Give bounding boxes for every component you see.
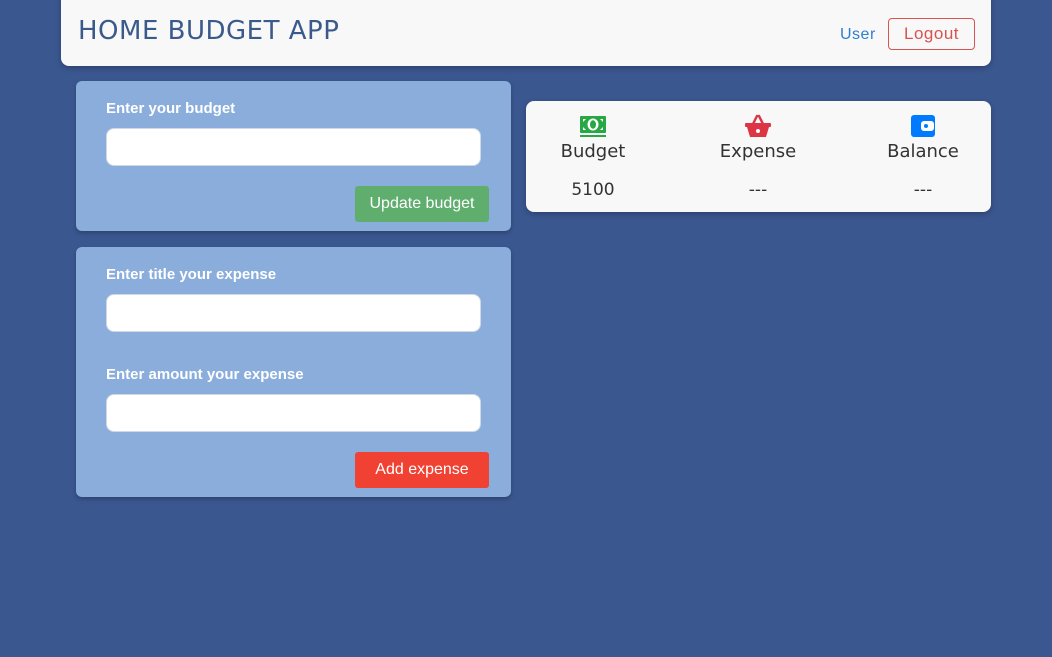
budget-summary-value: 5100 bbox=[571, 180, 615, 200]
budget-summary-label: Budget bbox=[560, 141, 626, 162]
expense-summary: Expense --- bbox=[688, 101, 828, 212]
shopping-basket-icon bbox=[744, 114, 772, 138]
expense-form-card: Enter title your expense Enter amount yo… bbox=[76, 247, 511, 497]
expense-amount-label: Enter amount your expense bbox=[106, 366, 304, 383]
balance-summary-label: Balance bbox=[887, 141, 959, 162]
budget-input[interactable] bbox=[106, 128, 481, 166]
budget-input-label: Enter your budget bbox=[106, 100, 236, 117]
expense-amount-input[interactable] bbox=[106, 394, 481, 432]
budget-form-card: Enter your budget Update budget bbox=[76, 81, 511, 231]
balance-summary-value: --- bbox=[913, 180, 933, 200]
budget-summary: Budget 5100 bbox=[523, 101, 663, 212]
app-title: HOME BUDGET APP bbox=[78, 16, 340, 46]
update-budget-button[interactable]: Update budget bbox=[355, 186, 489, 222]
add-expense-button[interactable]: Add expense bbox=[355, 452, 489, 488]
expense-summary-value: --- bbox=[748, 180, 768, 200]
balance-summary: Balance --- bbox=[853, 101, 993, 212]
user-link[interactable]: User bbox=[840, 26, 876, 44]
logout-button[interactable]: Logout bbox=[888, 18, 975, 50]
summary-card: Budget 5100 Expense --- Balance --- bbox=[526, 101, 991, 212]
expense-summary-label: Expense bbox=[719, 141, 797, 162]
money-bill-icon bbox=[579, 114, 607, 138]
expense-title-input[interactable] bbox=[106, 294, 481, 332]
app-header: HOME BUDGET APP User Logout bbox=[61, 0, 991, 66]
expense-title-label: Enter title your expense bbox=[106, 266, 277, 283]
wallet-icon bbox=[909, 114, 937, 138]
